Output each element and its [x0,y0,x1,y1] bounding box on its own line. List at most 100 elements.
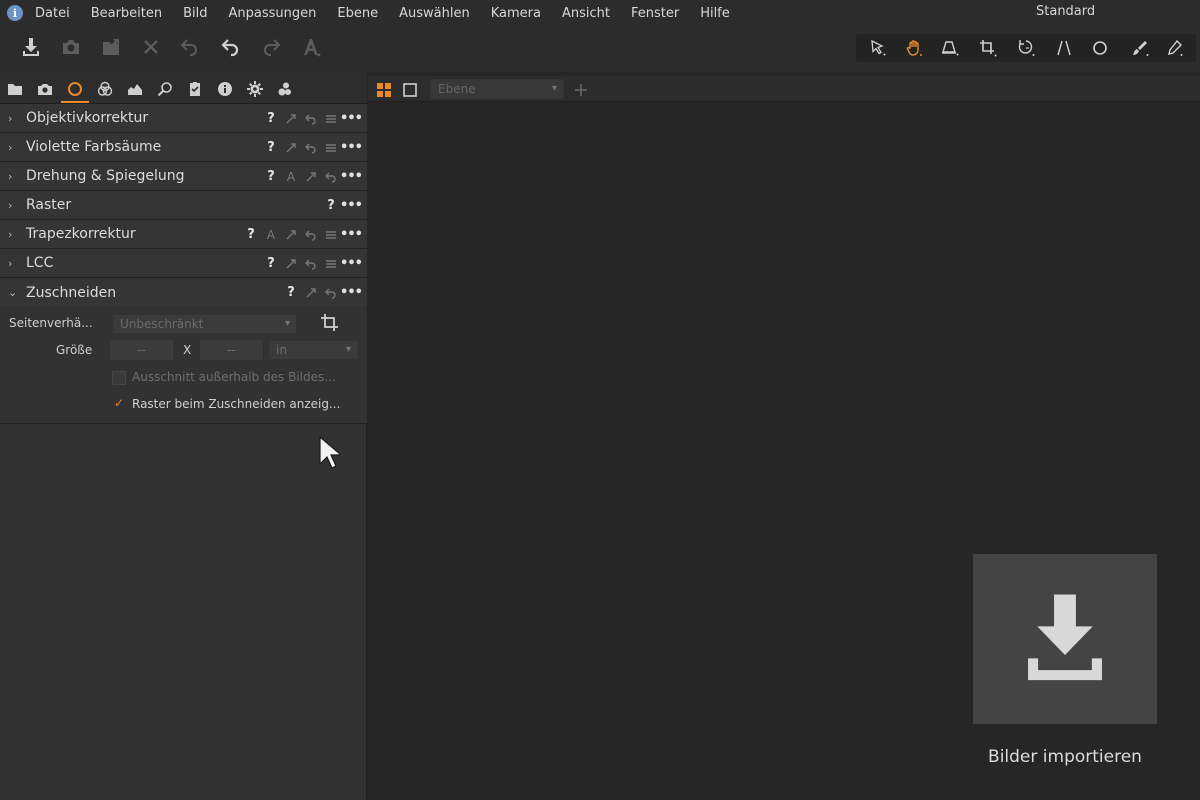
undo-icon[interactable] [218,34,244,60]
keystone-icon[interactable] [1052,37,1076,59]
reset-icon[interactable] [303,227,319,243]
menu-bild[interactable]: Bild [183,6,207,21]
menu-bearbeiten[interactable]: Bearbeiten [91,6,162,21]
presets-icon[interactable] [323,111,339,127]
menu-auswaehlen[interactable]: Auswählen [399,6,470,21]
help-icon[interactable]: ? [263,169,279,185]
tab-capture-icon[interactable] [35,79,55,99]
grid-view-icon[interactable] [376,82,392,98]
aspect-select[interactable]: Unbeschränkt ▾ [112,314,297,334]
tool-lcc[interactable]: › LCC ? ••• [0,249,367,278]
more-icon[interactable]: ••• [340,111,363,127]
more-icon[interactable]: ••• [340,285,363,301]
outside-image-checkbox[interactable] [112,371,126,385]
menu-fenster[interactable]: Fenster [631,6,679,21]
menu-hilfe[interactable]: Hilfe [700,6,730,21]
copy-adjustments-icon[interactable] [283,111,299,127]
copy-adjustments-icon[interactable] [283,256,299,272]
presets-icon[interactable] [323,227,339,243]
loupe-icon[interactable] [938,37,962,59]
tab-metadata-icon[interactable] [215,79,235,99]
add-layer-icon[interactable] [573,82,589,98]
width-field[interactable]: -- [110,340,173,360]
auto-icon[interactable]: A [283,169,299,185]
import-images-button[interactable] [973,554,1157,724]
copy-adjustments-icon[interactable] [283,227,299,243]
help-icon[interactable]: ? [263,256,279,272]
reset-icon[interactable] [303,140,319,156]
grid-checkbox[interactable]: ✓ [114,396,124,410]
tab-library-icon[interactable] [5,79,25,99]
rotate-icon[interactable] [1014,37,1038,59]
export-icon[interactable] [98,34,124,60]
copy-adjustments-icon[interactable] [303,169,319,185]
tool-violette-farbsaeume[interactable]: › Violette Farbsäume ? ••• [0,133,367,162]
aspect-label: Seitenverhä... [9,316,93,330]
reset-icon[interactable] [323,285,339,301]
reset-icon[interactable] [323,169,339,185]
menu-kamera[interactable]: Kamera [491,6,541,21]
undo-all-icon[interactable] [177,34,203,60]
workspace-name[interactable]: Standard [1036,4,1095,19]
more-icon[interactable]: ••• [340,227,363,243]
auto-adjust-icon[interactable] [298,34,324,60]
menu-datei[interactable]: Datei [35,6,70,21]
help-icon[interactable]: ? [243,227,259,243]
cursor-tools [856,34,1196,62]
height-field[interactable]: -- [200,340,263,360]
tool-zuschneiden[interactable]: ⌄ Zuschneiden ? ••• [0,278,367,307]
tool-raster[interactable]: › Raster ? ••• [0,191,367,220]
tool-drehung-spiegelung[interactable]: › Drehung & Spiegelung ? A ••• [0,162,367,191]
unit-select[interactable]: in ▾ [268,340,358,360]
pan-icon[interactable] [902,37,926,59]
reset-icon[interactable] [303,256,319,272]
presets-icon[interactable] [323,140,339,156]
help-icon[interactable]: ? [263,111,279,127]
grid-label: Raster beim Zuschneiden anzeig... [132,397,341,411]
tab-output-icon[interactable] [245,79,265,99]
copy-adjustments-icon[interactable] [303,285,319,301]
copy-adjustments-icon[interactable] [283,140,299,156]
chevron-down-icon: ▾ [345,344,351,355]
menu-anpassungen[interactable]: Anpassungen [229,6,317,21]
tool-trapezkorrektur[interactable]: › Trapezkorrektur ? A ••• [0,220,367,249]
more-icon[interactable]: ••• [340,140,363,156]
auto-icon[interactable]: A [263,227,279,243]
info-icon[interactable]: i [7,5,23,21]
chevron-right-icon: › [8,169,13,183]
redo-icon[interactable] [258,34,284,60]
menu-ebene[interactable]: Ebene [337,6,378,21]
eraser-icon[interactable] [1162,37,1186,59]
spot-icon[interactable] [1088,37,1112,59]
single-view-icon[interactable] [402,82,418,98]
select-icon[interactable] [866,37,890,59]
help-icon[interactable]: ? [263,140,279,156]
tab-details-icon[interactable] [155,79,175,99]
help-icon[interactable]: ? [283,285,299,301]
presets-icon[interactable] [323,256,339,272]
tab-batch-icon[interactable] [275,79,295,99]
menu-ansicht[interactable]: Ansicht [562,6,610,21]
layer-select-value: Ebene [438,82,476,96]
more-icon[interactable]: ••• [340,198,363,214]
tab-exposure-icon[interactable] [125,79,145,99]
crop-icon[interactable] [976,37,1000,59]
import-icon[interactable] [18,34,44,60]
tab-color-icon[interactable] [95,79,115,99]
chevron-right-icon: › [8,111,13,125]
crop-icon[interactable] [320,313,340,333]
delete-icon[interactable] [138,34,164,60]
layer-select[interactable]: Ebene ▾ [430,79,564,99]
more-icon[interactable]: ••• [340,169,363,185]
tool-objektivkorrektur[interactable]: › Objektivkorrektur ? ••• [0,104,367,133]
tab-lens-icon[interactable] [65,79,85,99]
brush-icon[interactable] [1128,37,1152,59]
help-icon[interactable]: ? [323,198,339,214]
more-icon[interactable]: ••• [340,256,363,272]
aspect-value: Unbeschränkt [120,317,204,331]
chevron-down-icon: ▾ [551,83,557,94]
camera-icon[interactable] [58,34,84,60]
chevron-right-icon: › [8,140,13,154]
tab-adjustments-icon[interactable] [185,79,205,99]
reset-icon[interactable] [303,111,319,127]
